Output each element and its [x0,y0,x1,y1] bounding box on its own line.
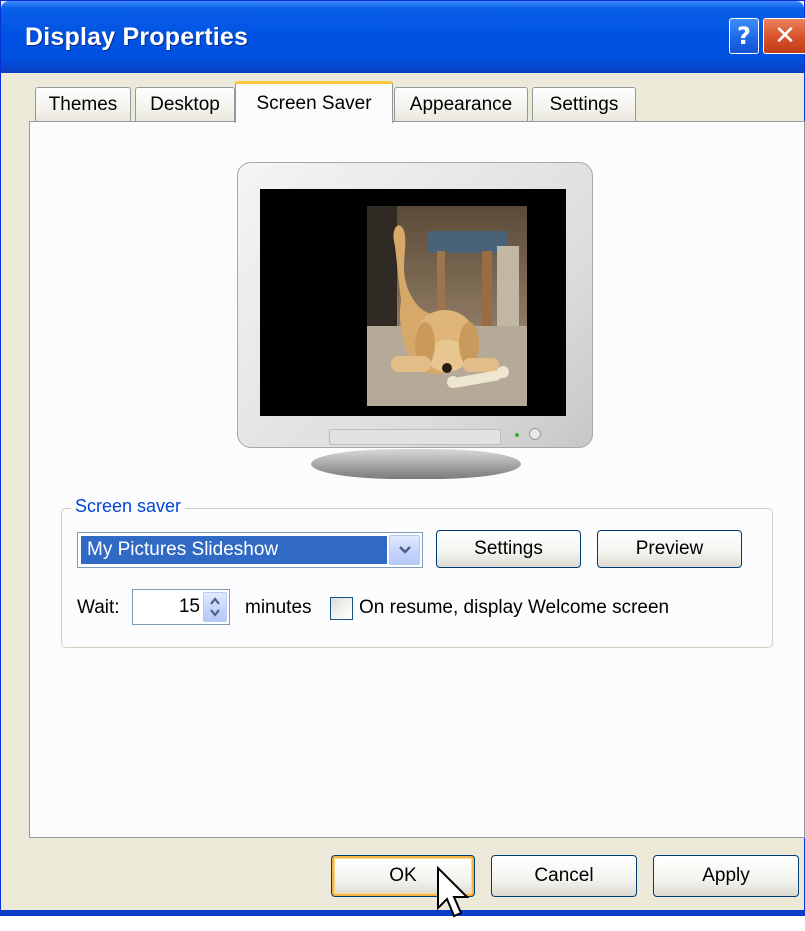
monitor-power-button-icon [529,428,541,440]
display-properties-window: Display Properties ? ✕ Themes Desktop Sc… [0,0,805,916]
window-bottom-border [0,910,805,916]
title-bar[interactable]: Display Properties ? ✕ [1,1,805,73]
wait-minutes-value: 15 [178,596,200,617]
up-down-arrows-icon [210,597,220,617]
button-label: OK [389,865,417,886]
wait-label: Wait: [77,597,120,618]
cancel-button[interactable]: Cancel [491,855,637,897]
button-label: Apply [702,865,750,886]
screensaver-select[interactable]: My Pictures Slideshow [77,532,423,568]
tab-label: Settings [549,93,619,115]
apply-button[interactable]: Apply [653,855,799,897]
wait-minutes-stepper[interactable]: 15 [132,589,230,625]
spin-buttons[interactable] [203,592,227,622]
tab-appearance[interactable]: Appearance [394,87,528,121]
groupbox-label: Screen saver [71,496,186,517]
preview-button[interactable]: Preview [597,530,742,568]
tab-settings[interactable]: Settings [532,87,636,121]
resume-welcome-checkbox[interactable] [330,597,353,620]
minutes-label: minutes [245,597,312,618]
settings-button[interactable]: Settings [436,530,581,568]
monitor-stand [311,449,521,479]
resume-welcome-label[interactable]: On resume, display Welcome screen [359,597,669,619]
power-led-icon [515,433,519,437]
help-icon: ? [737,22,751,50]
close-icon: ✕ [774,21,796,51]
tab-label: Themes [48,93,118,115]
tab-label: Screen Saver [256,92,372,114]
tab-desktop[interactable]: Desktop [135,87,235,121]
screen-saver-groupbox [61,508,773,648]
button-label: Preview [635,538,704,559]
monitor-bezel-slot [329,429,501,445]
dropdown-arrow-button[interactable] [389,535,420,565]
tab-label: Desktop [150,93,220,115]
tab-themes[interactable]: Themes [35,87,131,121]
window-title: Display Properties [25,23,249,51]
puppy-with-bone-photo [367,206,527,406]
close-button[interactable]: ✕ [763,18,805,54]
mouse-pointer-icon [436,865,476,931]
chevron-down-icon [398,546,411,554]
button-label: Settings [474,538,543,559]
tab-screen-saver[interactable]: Screen Saver [235,81,393,123]
help-button[interactable]: ? [729,18,759,54]
tab-label: Appearance [409,93,513,115]
button-label: Cancel [534,865,594,886]
screensaver-selected-value: My Pictures Slideshow [81,536,387,564]
